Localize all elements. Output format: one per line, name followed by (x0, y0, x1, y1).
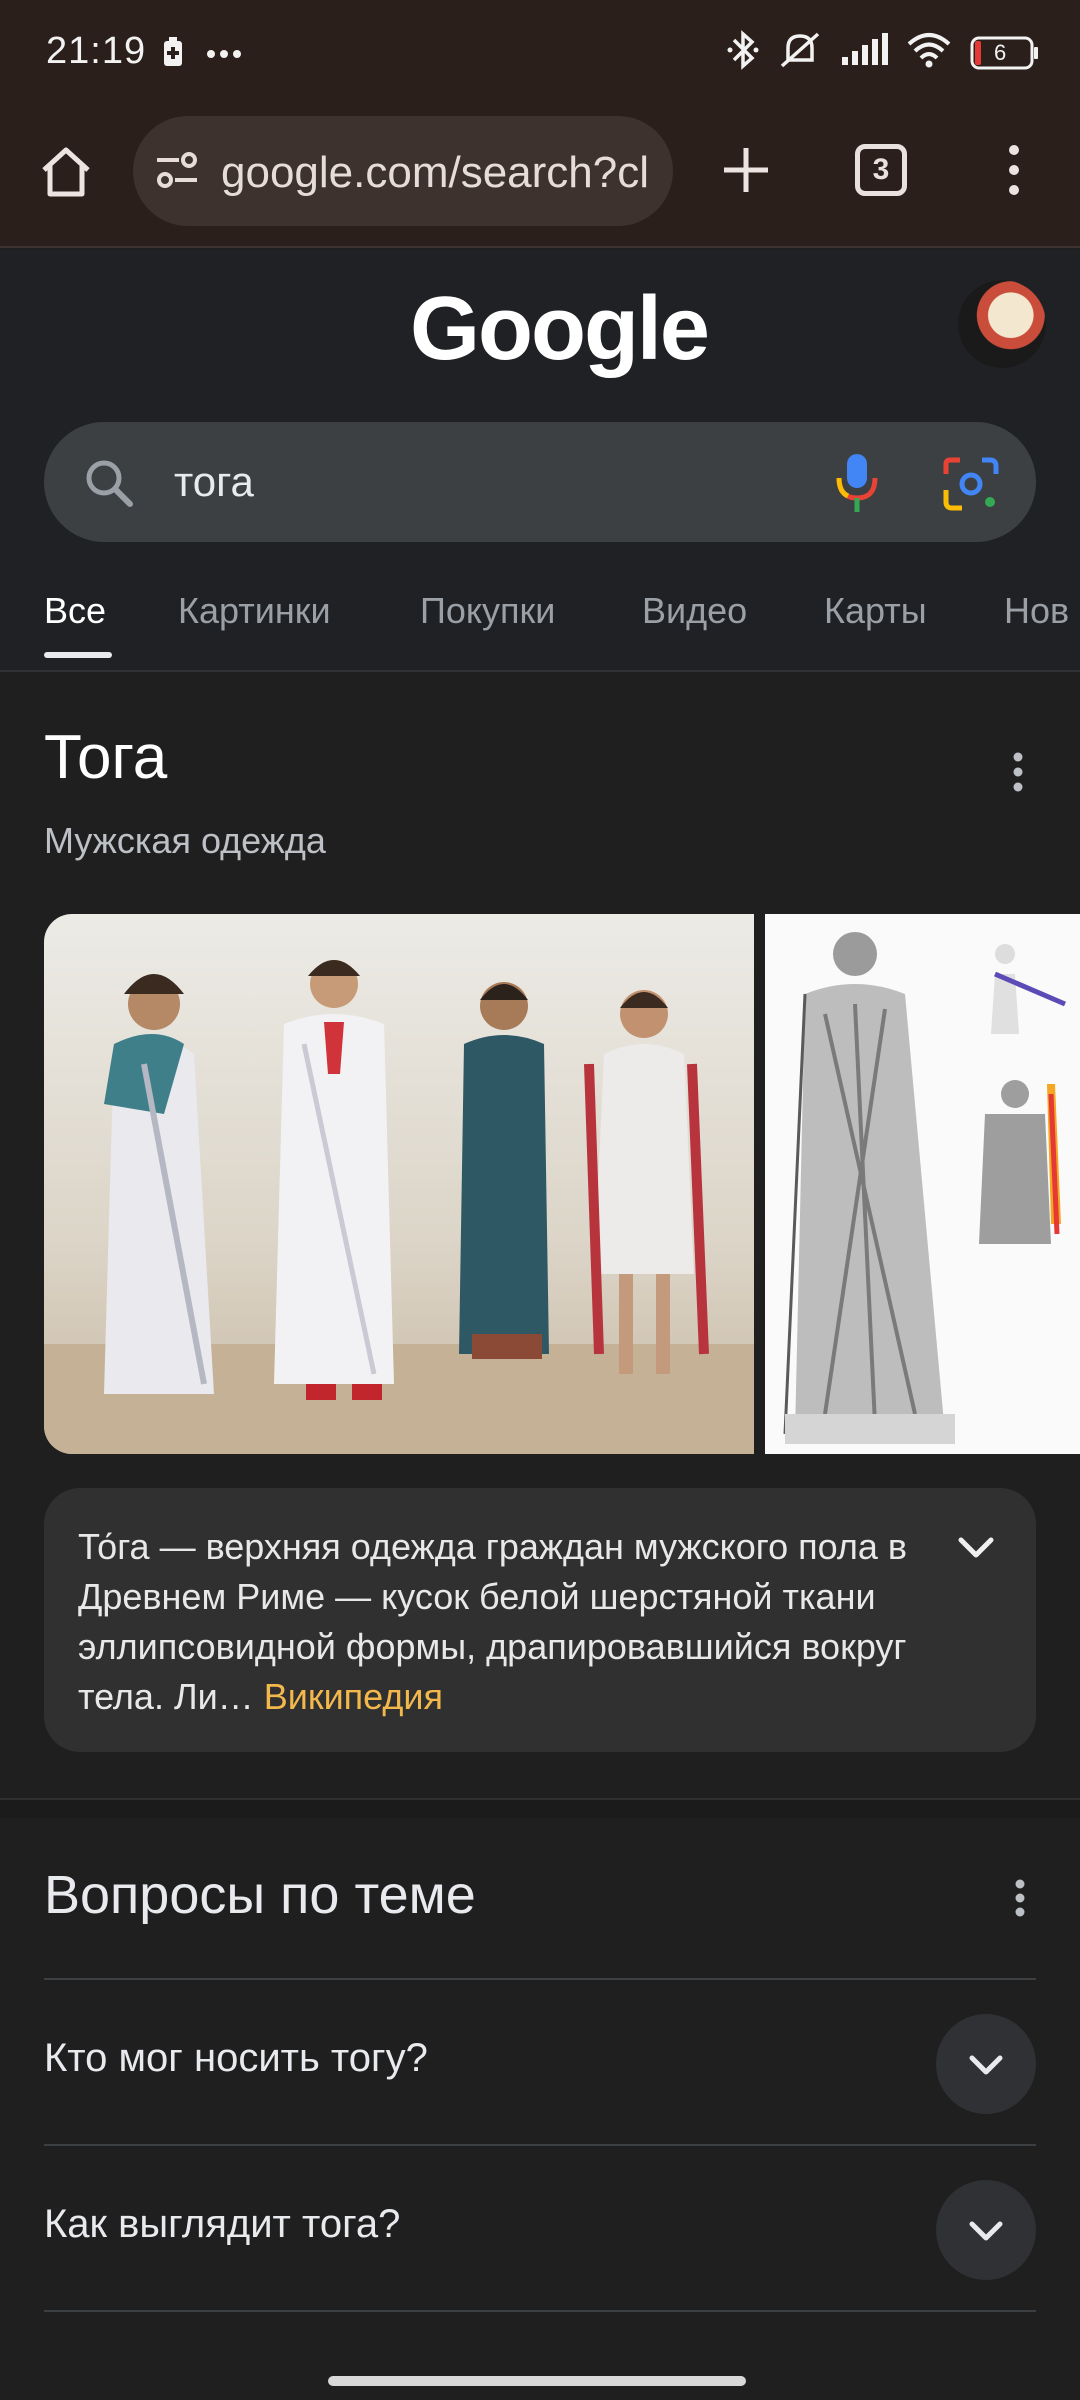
paa-expand-button[interactable] (936, 2180, 1036, 2280)
tab-switcher-button[interactable]: 3 (855, 144, 907, 196)
toga-image-statue[interactable] (765, 914, 1080, 1454)
search-input[interactable]: тога (174, 458, 254, 506)
home-button[interactable] (34, 140, 98, 204)
gesture-nav-bar (0, 2358, 1080, 2400)
tab-videos[interactable]: Видео (642, 590, 747, 632)
search-box[interactable]: тога (44, 422, 1036, 542)
tab-shopping[interactable]: Покупки (420, 590, 555, 632)
tab-all[interactable]: Все (44, 590, 106, 632)
account-avatar[interactable] (958, 280, 1046, 368)
more-vert-icon (1015, 1879, 1025, 1917)
status-bar: 21:19 6 (0, 0, 1080, 110)
new-tab-button[interactable] (718, 142, 774, 203)
site-settings-icon[interactable] (153, 150, 201, 195)
kp-title: Тога (44, 723, 168, 792)
paa-question[interactable]: Кто мог носить тогу? (44, 2036, 428, 2081)
plus-icon (724, 148, 768, 192)
chevron-down-icon (969, 2055, 1003, 2075)
section-divider (0, 1798, 1080, 1818)
people-also-ask: Вопросы по теме Кто мог носить тогу? Как… (0, 1818, 1080, 2358)
knowledge-panel: Тога Мужская одежда То́га — верхняя одеж… (0, 672, 1080, 1818)
battery-icon: 6 (970, 36, 1040, 70)
paa-item[interactable]: Кто мог носить тогу? (44, 1978, 1036, 2144)
active-tab-indicator (44, 652, 112, 658)
tab-maps[interactable]: Карты (824, 590, 927, 632)
url-text[interactable]: google.com/search?cl (221, 148, 661, 198)
mic-icon[interactable] (834, 452, 880, 519)
url-bar[interactable]: google.com/search?cl (133, 116, 673, 226)
wifi-icon (906, 32, 952, 73)
status-left-icons (162, 36, 242, 73)
toga-image-figures[interactable] (44, 914, 754, 1454)
battery-saver-icon (162, 36, 184, 73)
paa-item-partial (44, 2310, 1036, 2358)
more-vert-icon (1013, 752, 1023, 792)
browser-toolbar: google.com/search?cl 3 (0, 110, 1080, 248)
paa-more-button[interactable] (1010, 1878, 1030, 1923)
battery-level: 6 (994, 39, 1007, 65)
description-card[interactable]: То́га — верхняя одежда граждан мужского … (44, 1488, 1036, 1752)
lens-icon[interactable] (942, 454, 1000, 517)
kp-subtitle: Мужская одежда (44, 820, 326, 861)
chevron-down-icon[interactable] (956, 1524, 996, 1574)
home-icon (42, 147, 90, 197)
tab-images[interactable]: Картинки (178, 590, 331, 632)
paa-title: Вопросы по теме (44, 1865, 476, 1925)
status-right-icons: 6 (726, 30, 1040, 75)
paa-item[interactable]: Как выглядит тога? (44, 2144, 1036, 2310)
search-tabs: Все Картинки Покупки Видео Карты Нов (0, 580, 1080, 672)
more-vert-icon (1009, 145, 1019, 195)
browser-menu-button[interactable] (1000, 140, 1028, 205)
chevron-down-icon (969, 2221, 1003, 2241)
google-header: Google (0, 250, 1080, 420)
description-text: То́га — верхняя одежда граждан мужского … (78, 1526, 907, 1717)
search-icon (82, 456, 136, 515)
more-notifications-icon (206, 46, 242, 64)
google-logo[interactable]: Google (410, 278, 710, 381)
signal-icon (840, 33, 888, 72)
home-gesture-handle[interactable] (328, 2376, 746, 2386)
paa-question[interactable]: Как выглядит тога? (44, 2202, 400, 2247)
paa-expand-button[interactable] (936, 2014, 1036, 2114)
search-area: тога Все Картинки Покупки Видео Карты Но… (0, 400, 1080, 672)
status-time: 21:19 (46, 30, 147, 72)
silent-icon (778, 30, 822, 75)
bluetooth-icon (726, 30, 760, 75)
wikipedia-link[interactable]: Википедия (264, 1676, 443, 1717)
tab-news[interactable]: Нов (1004, 590, 1069, 632)
kp-more-button[interactable] (1008, 750, 1028, 799)
